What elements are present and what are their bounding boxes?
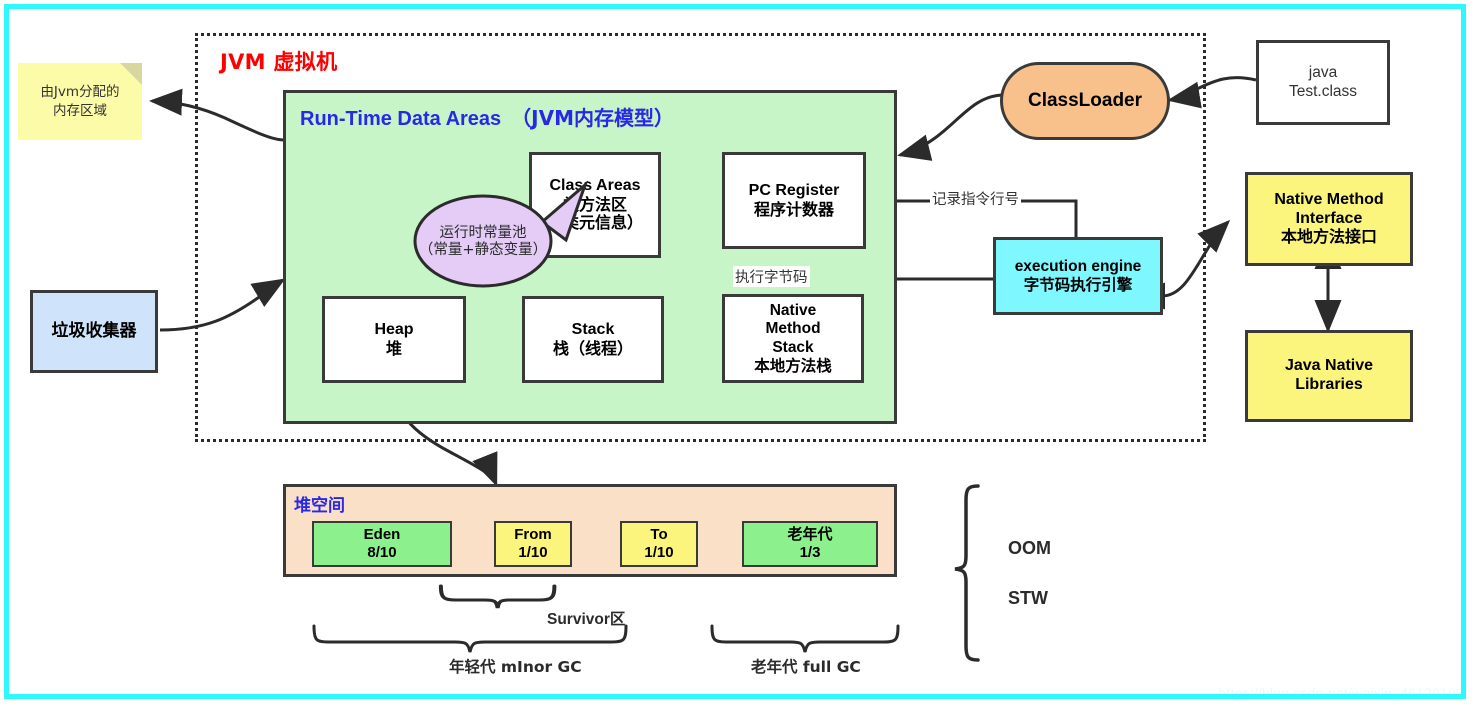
box-stack[interactable]: Stack 栈（线程） (522, 296, 664, 383)
region-old-generation[interactable]: 老年代 1/3 (742, 521, 878, 567)
box-java-test-class[interactable]: java Test.class (1256, 40, 1390, 125)
nmi-line2: Interface (1295, 209, 1363, 227)
label-young-generation: 年轻代 mInor GC (449, 658, 582, 676)
region-eden-ratio: 8/10 (367, 544, 397, 561)
stack-line2: 栈（线程） (552, 338, 633, 358)
class-areas-line1: Class Areas (549, 176, 641, 194)
box-pc-register[interactable]: PC Register 程序计数器 (722, 152, 866, 249)
nms-line3: Stack (772, 338, 814, 356)
heap-line2: 堆 (385, 338, 402, 358)
label-execute-bytecode: 执行字节码 (733, 266, 810, 287)
note-line1: 由Jvm分配的 (40, 84, 120, 101)
region-from-ratio: 1/10 (518, 544, 548, 561)
note-fold-corner (120, 63, 142, 85)
box-garbage-collector[interactable]: 垃圾收集器 (30, 290, 158, 373)
brace-old-generation (710, 624, 900, 653)
region-eden-name: Eden (363, 526, 401, 544)
nmi-line3: 本地方法接口 (1280, 227, 1377, 247)
brace-young-generation (312, 624, 628, 653)
jnl-line2: Libraries (1295, 376, 1363, 393)
region-to-ratio: 1/10 (644, 544, 674, 561)
runtime-data-areas-title: Run-Time Data Areas （JVM内存模型） (300, 102, 674, 131)
stack-line1: Stack (571, 320, 615, 338)
label-old-generation-gc: 老年代 full GC (751, 658, 861, 676)
nms-line1: Native (769, 301, 817, 319)
watermark: https://blog.csdn.net/weixin_46129103 (1218, 685, 1464, 701)
test-class-line1: java (1308, 64, 1338, 82)
region-from-name: From (514, 526, 552, 544)
diagram-canvas: JVM 虚拟机 Run-Time Data Areas （JVM内存模型） Cla… (0, 0, 1474, 707)
garbage-collector-label: 垃圾收集器 (51, 321, 137, 342)
class-areas-line3: （类元信息） (546, 213, 643, 233)
note-line2: 内存区域 (53, 102, 107, 119)
nms-line2: Method (765, 320, 821, 338)
heap-line1: Heap (374, 320, 414, 338)
heap-space-title: 堆空间 (294, 496, 345, 516)
label-survivor-area: Survivor区 (547, 611, 626, 628)
pc-register-line2: 程序计数器 (753, 199, 834, 219)
class-loader-label: ClassLoader (1027, 89, 1143, 111)
engine-line2: 字节码执行引擎 (1023, 276, 1133, 294)
region-to-name: To (650, 526, 668, 544)
box-native-method-interface[interactable]: Native Method Interface 本地方法接口 (1245, 172, 1413, 266)
sticky-note-memory-region[interactable]: 由Jvm分配的 内存区域 (18, 63, 142, 140)
nmi-line1: Native Method (1274, 190, 1384, 208)
region-from[interactable]: From 1/10 (494, 521, 572, 567)
runtime-title-cn: （JVM内存模型） (511, 106, 674, 130)
label-oom: OOM (1008, 538, 1051, 558)
brace-oom-stw (954, 484, 980, 662)
box-runtime-constant-pool[interactable]: 运行时常量池 （常量+静态变量） (413, 214, 553, 270)
jnl-line1: Java Native (1284, 357, 1374, 375)
region-to[interactable]: To 1/10 (620, 521, 698, 567)
region-old-name: 老年代 (787, 525, 833, 544)
box-native-method-stack[interactable]: Native Method Stack 本地方法栈 (722, 294, 864, 383)
runtime-title-en: Run-Time Data Areas (300, 108, 502, 130)
box-heap[interactable]: Heap 堆 (322, 296, 466, 383)
box-class-loader[interactable]: ClassLoader (1000, 62, 1170, 140)
test-class-line2: Test.class (1288, 82, 1358, 100)
region-old-ratio: 1/3 (799, 544, 821, 561)
brace-survivor (438, 584, 557, 609)
label-stw: STW (1008, 588, 1048, 608)
region-eden[interactable]: Eden 8/10 (312, 521, 452, 567)
constant-pool-line2: （常量+静态变量） (418, 242, 548, 258)
box-execution-engine[interactable]: execution engine 字节码执行引擎 (993, 237, 1163, 315)
class-areas-line2: 类方法区 (562, 194, 627, 214)
label-record-instruction-line: 记录指令行号 (930, 188, 1021, 209)
nms-line4: 本地方法栈 (754, 356, 832, 375)
jvm-title: JVM 虚拟机 (220, 50, 338, 74)
pc-register-line1: PC Register (748, 181, 840, 199)
constant-pool-line1: 运行时常量池 (439, 224, 527, 241)
box-java-native-libraries[interactable]: Java Native Libraries (1245, 330, 1413, 422)
engine-line1: execution engine (1014, 257, 1142, 275)
